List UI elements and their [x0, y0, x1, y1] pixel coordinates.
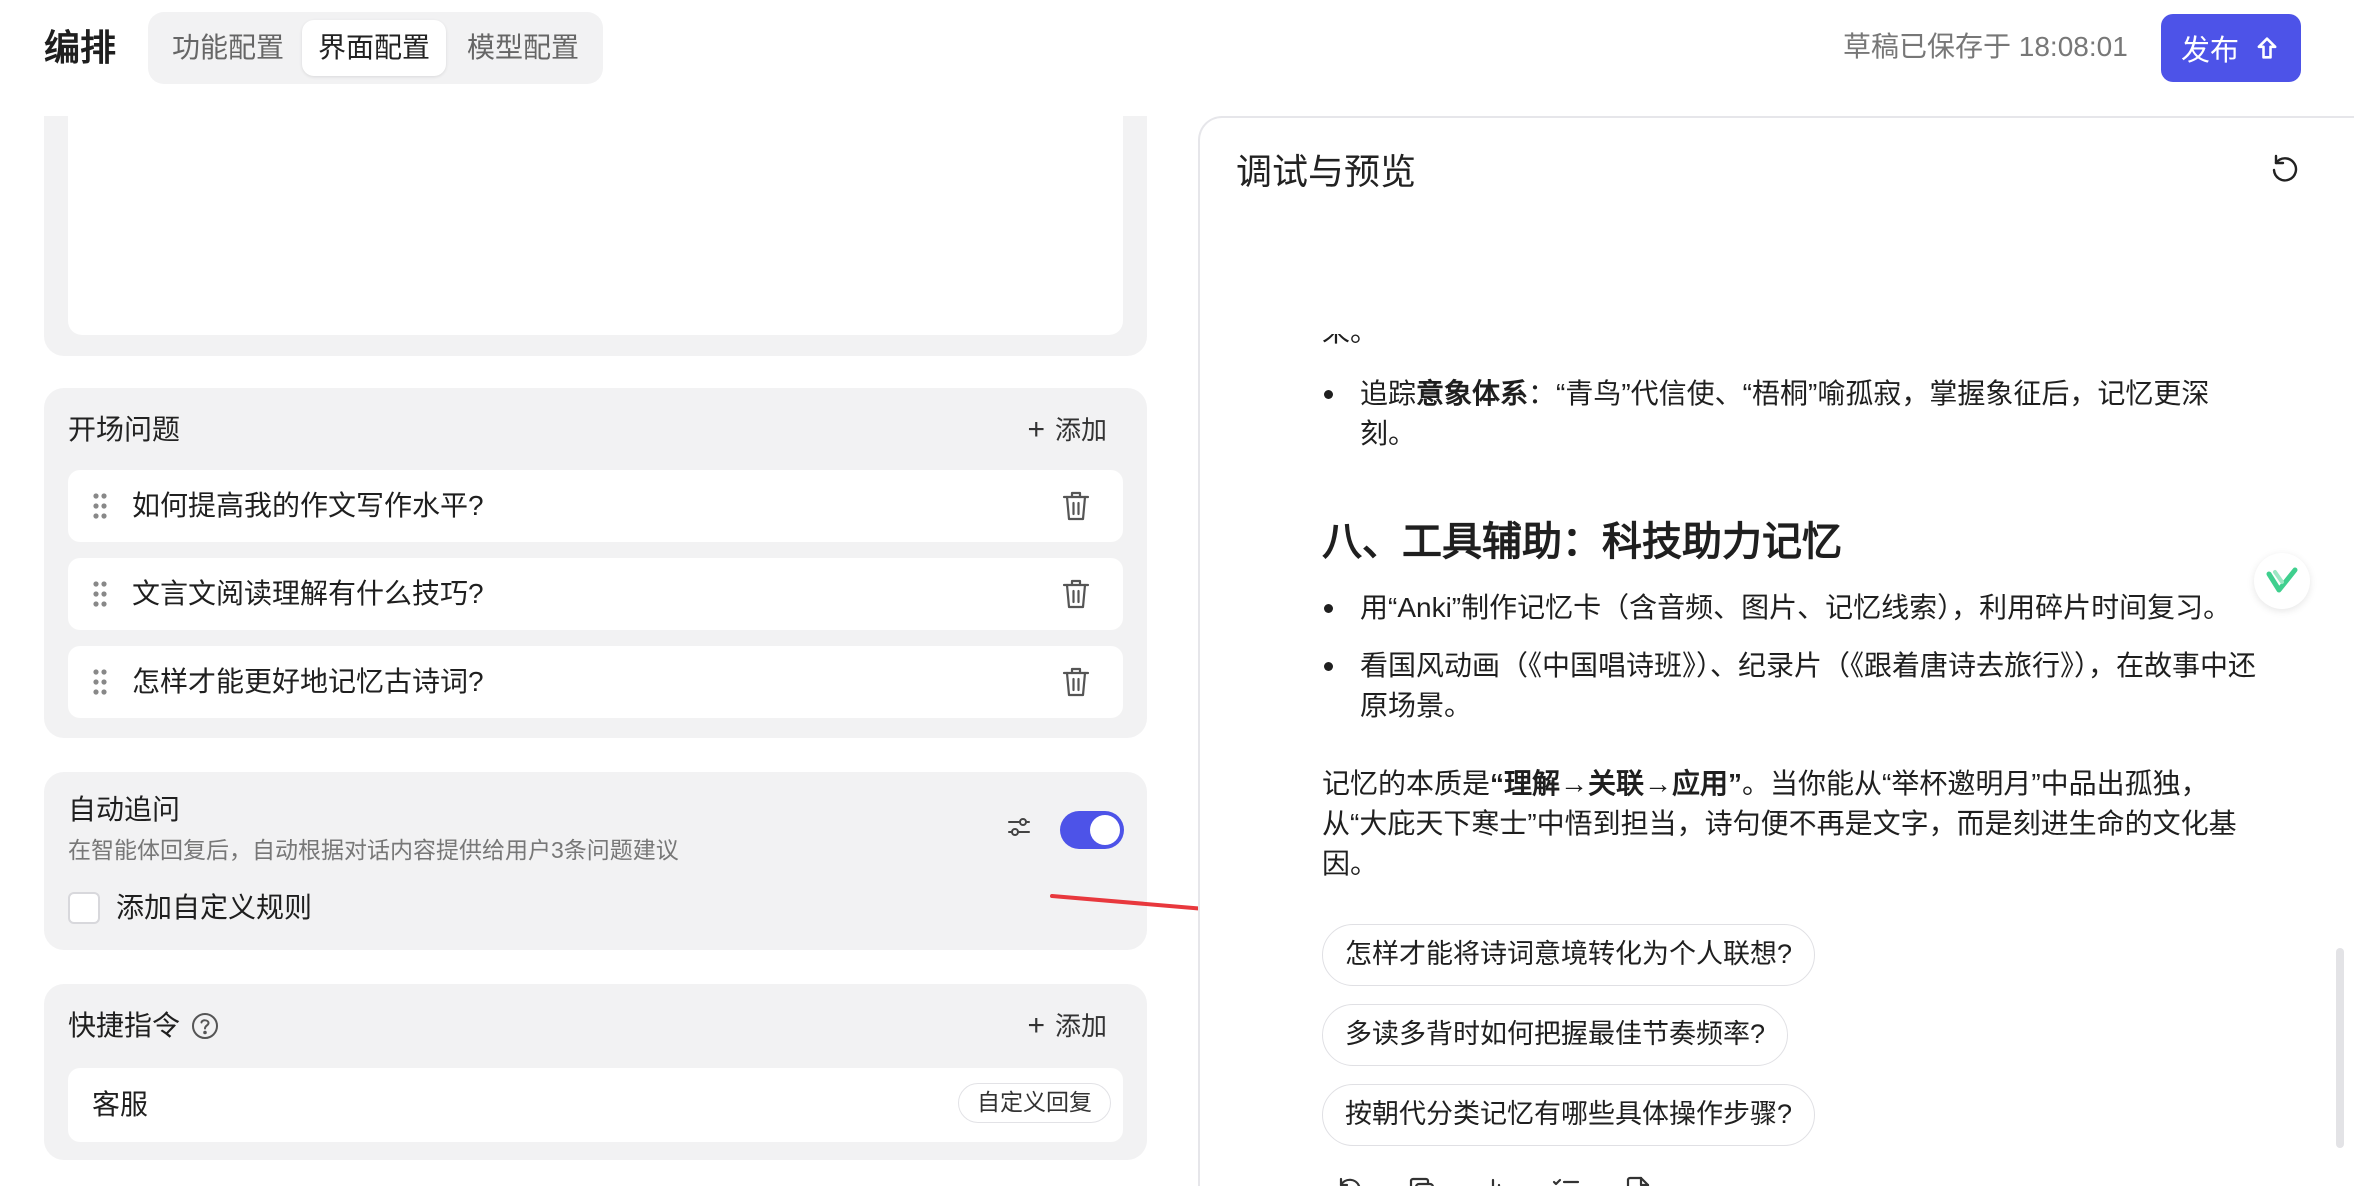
suggested-question-chip[interactable]: 多读多背时如何把握最佳节奏频率?: [1322, 1004, 1789, 1066]
paragraph-bold: “理解→关联→应用”: [1490, 768, 1743, 799]
tab-feature-config[interactable]: 功能配置: [158, 20, 298, 76]
scrollbar[interactable]: [2336, 948, 2344, 1148]
drag-handle-icon[interactable]: [92, 580, 108, 608]
tab-ui-config[interactable]: 界面配置: [302, 20, 446, 76]
debug-preview-panel: 调试与预览 来。 追踪意象体系：“青鸟”代信使、“梧桐”喻孤寂，掌握象征后，记忆…: [1198, 116, 2354, 1186]
opening-question-text[interactable]: 怎样才能更好地记忆古诗词?: [132, 662, 484, 702]
chart-bar-icon[interactable]: [1478, 1174, 1510, 1186]
plus-icon: +: [1027, 1009, 1045, 1042]
bullet-text: 用“Anki”制作记忆卡（含音频、图片、记忆线索），利用碎片时间复习。: [1360, 592, 2232, 623]
custom-rule-checkbox[interactable]: [68, 892, 100, 924]
paragraph-prefix: 记忆的本质是: [1322, 768, 1491, 799]
toggle-knob: [1090, 815, 1120, 845]
settings-sliders-icon[interactable]: [1006, 814, 1032, 840]
publish-label: 发布: [2180, 35, 2239, 67]
section-heading: 八、工具辅助：科技助力记忆: [1322, 520, 1842, 564]
drag-handle-icon[interactable]: [92, 668, 108, 696]
add-shortcut-button[interactable]: + 添加: [1027, 1006, 1107, 1046]
shortcut-commands-header: 快捷指令: [68, 1006, 220, 1046]
checklist-icon[interactable]: [1550, 1174, 1582, 1186]
bullet-text-prefix: 追踪: [1360, 378, 1417, 409]
bullet-text-bold: 意象体系: [1416, 378, 1529, 409]
opening-question-row: 如何提高我的作文写作水平?: [68, 470, 1123, 542]
opening-question-row: 文言文阅读理解有什么技巧?: [68, 558, 1123, 630]
regenerate-icon[interactable]: [1334, 1174, 1366, 1186]
page-title: 编排: [44, 27, 117, 68]
opening-questions-panel: 开场问题 + 添加 如何提高我的作文写作水平? 文言文阅读理解有什么技巧? 怎样…: [44, 388, 1147, 738]
add-label: 添加: [1054, 415, 1107, 445]
drag-handle-icon[interactable]: [92, 492, 108, 520]
opening-question-text[interactable]: 文言文阅读理解有什么技巧?: [132, 574, 484, 614]
bullet-text: 看国风动画（《中国唱诗班》）、纪录片（《跟着唐诗去旅行》），在故事中还原场景。: [1360, 650, 2257, 721]
custom-rule-option[interactable]: 添加自定义规则: [68, 888, 312, 928]
add-file-icon[interactable]: [1622, 1174, 1654, 1186]
floating-assistant-logo[interactable]: [2254, 553, 2310, 609]
opening-question-text[interactable]: 如何提高我的作文写作水平?: [132, 486, 484, 526]
list-item: 用“Anki”制作记忆卡（含音频、图片、记忆线索），利用碎片时间复习。: [1322, 588, 2262, 628]
assistant-logo-icon: [2266, 567, 2298, 593]
list-item: 追踪意象体系：“青鸟”代信使、“梧桐”喻孤寂，掌握象征后，记忆更深刻。: [1322, 374, 2262, 454]
help-icon[interactable]: [190, 1011, 220, 1041]
prompt-editor[interactable]: [68, 116, 1123, 335]
opening-questions-title: 开场问题: [68, 414, 181, 445]
clipped-line: 来。: [1322, 334, 2262, 352]
custom-rule-label: 添加自定义规则: [116, 892, 313, 923]
delete-icon[interactable]: [1061, 578, 1091, 610]
auto-follow-up-panel: 自动追问 在智能体回复后，自动根据对话内容提供给用户3条问题建议 添加自定义规则: [44, 772, 1147, 950]
shortcut-commands-panel: 快捷指令 + 添加 客服 自定义回复: [44, 984, 1147, 1160]
delete-icon[interactable]: [1061, 666, 1091, 698]
preview-title: 调试与预览: [1236, 151, 1417, 192]
draft-saved-status: 草稿已保存于 18:08:01: [1843, 31, 2128, 62]
tab-model-config[interactable]: 模型配置: [450, 20, 596, 76]
prompt-editor-panel: [44, 116, 1147, 356]
list-item: 看国风动画（《中国唱诗班》）、纪录片（《跟着唐诗去旅行》），在故事中还原场景。: [1322, 646, 2262, 726]
add-opening-question-button[interactable]: + 添加: [1027, 410, 1107, 450]
header: 编排 功能配置 界面配置 模型配置 草稿已保存于 18:08:01 发布: [0, 0, 2354, 116]
config-tabs: 功能配置 界面配置 模型配置: [148, 12, 603, 84]
reset-icon[interactable]: [2268, 152, 2302, 186]
copy-icon[interactable]: [1406, 1174, 1438, 1186]
plus-icon: +: [1027, 413, 1045, 446]
auto-follow-up-title: 自动追问: [68, 794, 181, 825]
shortcut-name: 客服: [92, 1089, 149, 1120]
delete-icon[interactable]: [1061, 490, 1091, 522]
custom-reply-tag[interactable]: 自定义回复: [958, 1083, 1111, 1123]
publish-button[interactable]: 发布: [2161, 14, 2301, 82]
shortcut-commands-title: 快捷指令: [68, 1010, 181, 1041]
message-actions: [1334, 1174, 1654, 1186]
shortcut-row[interactable]: 客服 自定义回复: [68, 1068, 1123, 1142]
suggested-question-chip[interactable]: 按朝代分类记忆有哪些具体操作步骤?: [1322, 1084, 1816, 1146]
summary-paragraph: 记忆的本质是“理解→关联→应用”。当你能从“举杯邀明月”中品出孤独，从“大庇天下…: [1322, 764, 2262, 884]
upload-arrow-icon: [2257, 37, 2277, 59]
suggested-question-chip[interactable]: 怎样才能将诗词意境转化为个人联想?: [1322, 924, 1816, 986]
opening-question-row: 怎样才能更好地记忆古诗词?: [68, 646, 1123, 718]
add-label: 添加: [1054, 1011, 1107, 1041]
auto-follow-up-description: 在智能体回复后，自动根据对话内容提供给用户3条问题建议: [68, 837, 679, 863]
auto-follow-up-toggle[interactable]: [1060, 811, 1124, 849]
clipped-text: 来。: [1322, 334, 2262, 374]
